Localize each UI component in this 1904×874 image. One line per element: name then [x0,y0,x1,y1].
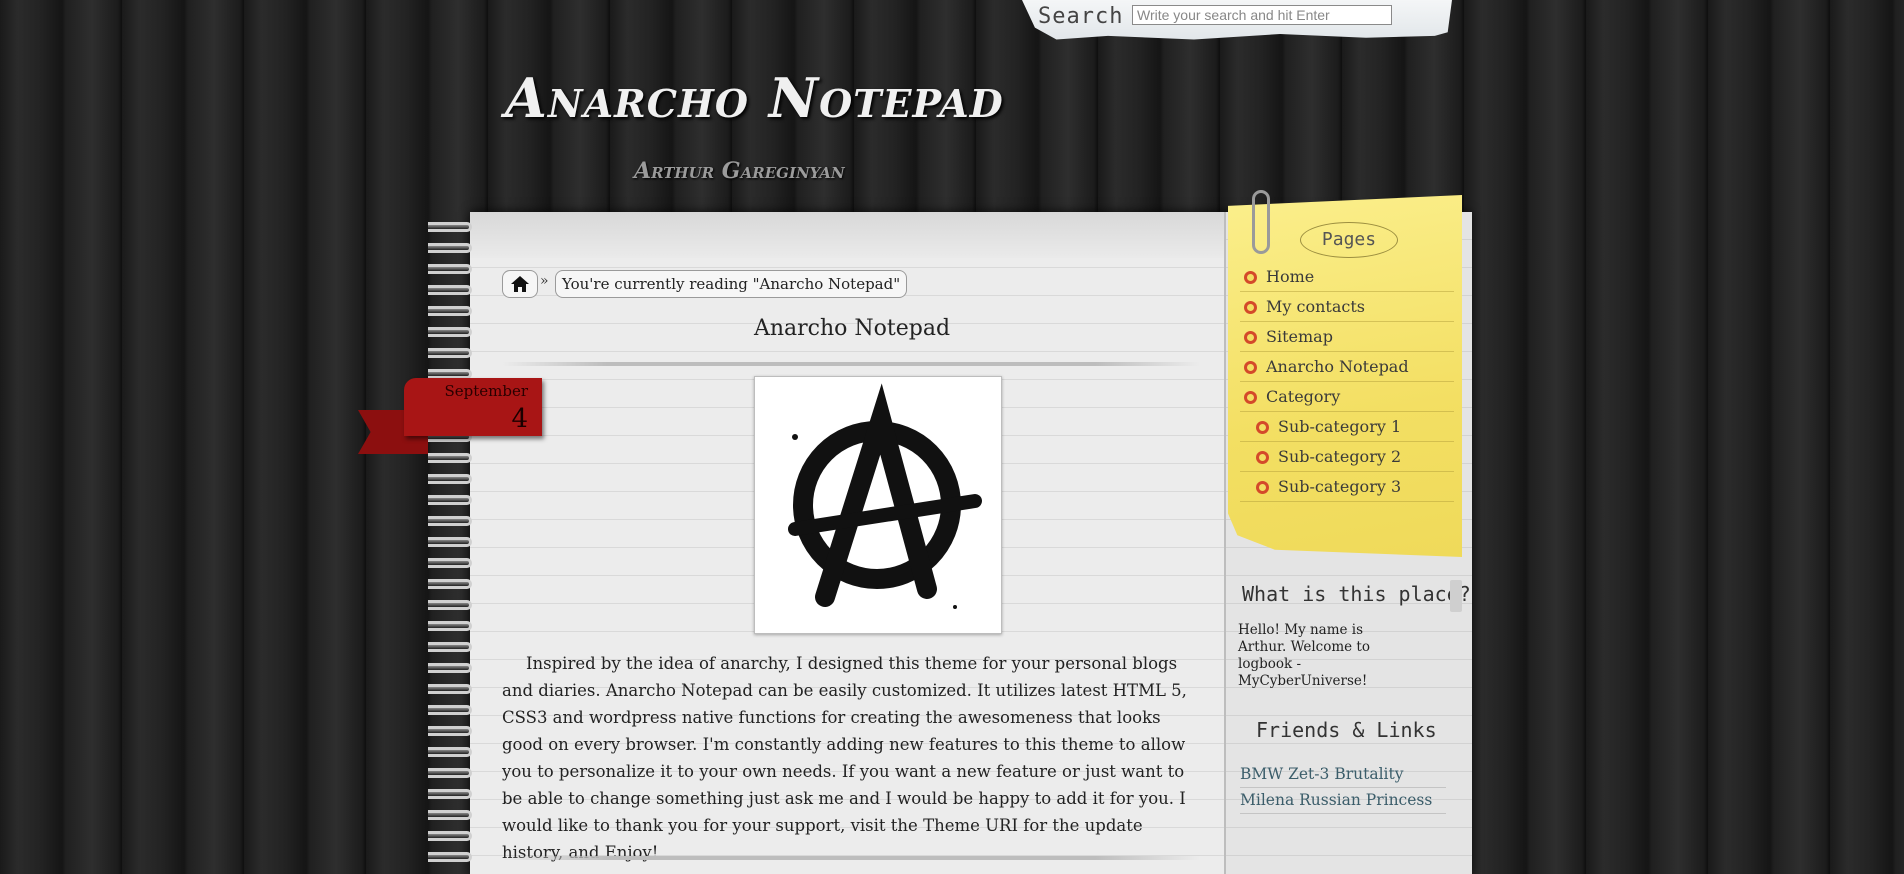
bullet-icon [1256,481,1269,494]
page-link[interactable]: Sub-category 3 [1240,472,1454,502]
spiral-ring [428,306,472,316]
page-link-label: Sub-category 3 [1278,477,1402,496]
post-body: Inspired by the idea of anarchy, I desig… [502,654,1187,862]
page-link[interactable]: Sub-category 2 [1240,442,1454,472]
spiral-ring [428,621,472,631]
spiral-ring [428,474,472,484]
friend-link[interactable]: Milena Russian Princess [1240,788,1446,814]
search-label: Search [1038,4,1124,29]
breadcrumb-home-button[interactable] [502,270,538,298]
spiral-ring [428,516,472,526]
spiral-ring [428,348,472,358]
spiral-ring [428,579,472,589]
breadcrumb-current: You're currently reading "Anarcho Notepa… [555,270,908,298]
date-month: September [444,382,528,400]
bullet-icon [1256,421,1269,434]
page-link-label: Sub-category 2 [1278,447,1402,466]
spiral-binding [428,222,474,874]
page-link[interactable]: Anarcho Notepad [1240,352,1454,382]
date-ribbon: September 4 [404,378,542,436]
bullet-icon [1244,361,1257,374]
pages-list: Home My contacts Sitemap Anarcho Notepad Cat… [1240,262,1454,502]
post-image[interactable] [754,376,1002,634]
page-link-label: Anarcho Notepad [1266,357,1409,376]
title-divider [502,362,1200,366]
spiral-ring [428,831,472,841]
spiral-ring [428,222,472,232]
spiral-ring [428,453,472,463]
links-list: BMW Zet-3 Brutality Milena Russian Prince… [1240,762,1446,814]
spiral-ring [428,810,472,820]
spiral-ring [428,789,472,799]
bullet-icon [1244,271,1257,284]
page-link[interactable]: Home [1240,262,1454,292]
spiral-ring [428,663,472,673]
links-title: Friends & Links [1256,718,1437,742]
spiral-ring [428,285,472,295]
spiral-ring [428,264,472,274]
about-text: Hello! My name is Arthur. Welcome to log… [1238,622,1370,689]
bullet-icon [1244,391,1257,404]
paperclip-icon [1252,190,1270,254]
about-title: What is this place? [1242,582,1471,606]
sidebar-tab [1450,580,1462,612]
breadcrumb-separator: » [540,273,549,289]
spiral-ring [428,327,472,337]
friend-link[interactable]: BMW Zet-3 Brutality [1240,762,1446,788]
post-title[interactable]: Anarcho Notepad [502,316,1202,341]
spiral-ring [428,243,472,253]
site-title[interactable]: Anarcho Notepad [505,66,1004,130]
spiral-ring [428,684,472,694]
spiral-ring [428,852,472,862]
spiral-ring [428,600,472,610]
site-tagline: Arthur Gareginyan [634,158,845,184]
spiral-ring [428,768,472,778]
pages-title: Pages [1300,222,1398,258]
page-link-label: Home [1266,267,1315,286]
page-link[interactable]: Sitemap [1240,322,1454,352]
spiral-ring [428,537,472,547]
spiral-ring [428,642,472,652]
bullet-icon [1244,301,1257,314]
spiral-ring [428,558,472,568]
bullet-icon [1256,451,1269,464]
page-link-label: Sitemap [1266,327,1333,346]
spiral-ring [428,747,472,757]
page-link-label: Category [1266,387,1341,406]
page-link[interactable]: My contacts [1240,292,1454,322]
page-link[interactable]: Category [1240,382,1454,412]
home-icon [511,276,529,292]
spiral-ring [428,495,472,505]
search-input[interactable] [1132,5,1392,25]
page-link-label: My contacts [1266,297,1365,316]
date-day: 4 [511,404,528,434]
anarchy-symbol-icon [788,383,982,609]
spiral-ring [428,726,472,736]
bullet-icon [1244,331,1257,344]
spiral-ring [428,705,472,715]
post-bottom-divider [502,856,1200,860]
page-link-label: Sub-category 1 [1278,417,1402,436]
page-link[interactable]: Sub-category 1 [1240,412,1454,442]
